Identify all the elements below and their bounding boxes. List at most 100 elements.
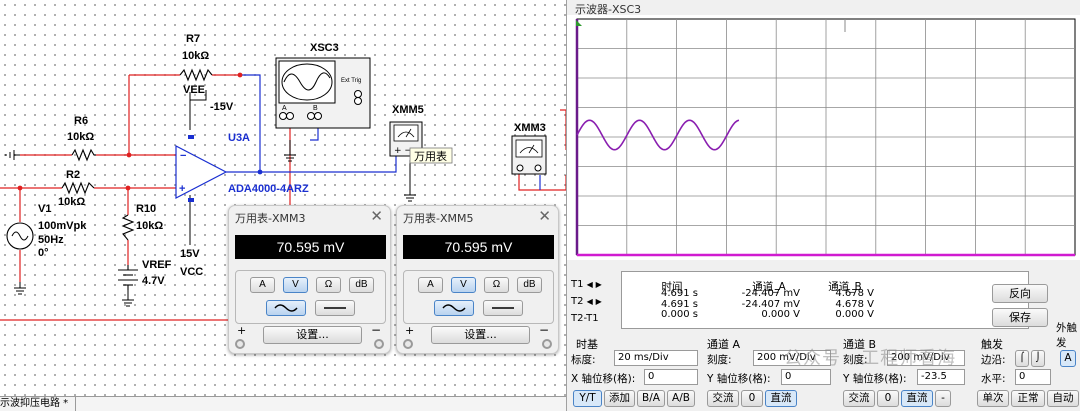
timebase-scale-field[interactable]: 20 ms/Div	[614, 350, 698, 366]
channel-b-zero-button[interactable]: 0	[877, 390, 899, 407]
auto-button[interactable]: 自动	[1047, 390, 1079, 407]
close-icon[interactable]: ✕	[538, 207, 551, 225]
xmm5-name: XMM5	[392, 104, 424, 116]
dc-mode-button[interactable]	[483, 300, 523, 316]
xmm3-name: XMM3	[514, 122, 546, 134]
yt-button[interactable]: Y/T	[573, 390, 602, 407]
trigger-edge-label: 边沿:	[981, 354, 1006, 366]
r2-name: R2	[66, 169, 80, 181]
minus-terminal[interactable]	[542, 339, 552, 349]
channel-b-scale-field[interactable]: 200 mV/Div	[887, 350, 965, 366]
multimeter-xmm3-icon[interactable]	[511, 135, 547, 175]
db-button[interactable]: dB	[517, 277, 542, 293]
r2-value: 10kΩ	[58, 196, 85, 208]
opamp-icon[interactable]: − +	[175, 135, 228, 202]
trigger-level-field[interactable]: 0	[1015, 369, 1051, 385]
minus-terminal-label: −	[370, 323, 381, 337]
channel-b-scale-label: 刻度:	[843, 354, 868, 366]
xsc-name: XSC3	[310, 42, 339, 54]
meter-reading: 70.595 mV	[235, 235, 386, 259]
document-tab-bar: 示波抑压电路 *	[0, 396, 566, 411]
v1-name: V1	[38, 203, 51, 215]
channel-a-dc-button[interactable]: 直流	[765, 390, 797, 407]
ac-wave-icon	[442, 304, 466, 312]
svg-text:+: +	[179, 183, 185, 195]
oscilloscope-symbol-icon[interactable]	[275, 57, 371, 129]
amps-button[interactable]: A	[250, 277, 275, 293]
cursor-readout-table: 时间 通道_A 通道_B 4.691 s 4.691 s 0.000 s -24.4…	[621, 271, 1029, 329]
channel-b-ypos-field[interactable]: -23.5	[917, 369, 965, 385]
dc-line-icon	[324, 307, 346, 309]
ac-mode-button[interactable]	[266, 300, 306, 316]
normal-button[interactable]: 正常	[1011, 390, 1045, 407]
oscilloscope-window[interactable]: 示波器-XSC3 T1 ◀ ▶ T2 ◀ ▶ T2-T1 时间 通道_A 通道_B …	[566, 0, 1080, 411]
vcc-label: VCC	[180, 266, 203, 278]
channel-a-title: 通道 A	[707, 338, 741, 351]
battery-icon[interactable]	[118, 265, 138, 290]
channel-a-ypos-field[interactable]: 0	[781, 369, 831, 385]
falling-edge-icon[interactable]: ⌡	[1031, 350, 1045, 367]
x-position-field[interactable]: 0	[644, 369, 698, 385]
channel-b-ac-button[interactable]: 交流	[843, 390, 875, 407]
r6-name: R6	[74, 115, 88, 127]
t2-right-arrow-icon[interactable]: ▶	[596, 297, 605, 306]
t2-label: T2	[571, 296, 584, 307]
multimeter-xmm5-window[interactable]: 万用表-XMM5 ✕ 70.595 mV A V Ω dB + 设置... −	[396, 205, 559, 354]
trigger-source-a-button[interactable]: A	[1060, 350, 1076, 367]
plus-terminal-label: +	[237, 324, 247, 337]
channel-b-minus-button[interactable]: -	[935, 390, 951, 407]
t1-left-arrow-icon[interactable]: ◀	[587, 280, 596, 289]
volts-button[interactable]: V	[451, 277, 476, 293]
single-button[interactable]: 单次	[977, 390, 1009, 407]
r10-name: R10	[136, 203, 156, 215]
r7-value: 10kΩ	[182, 50, 209, 62]
channel-b-column: 4.678 V 4.678 V 0.000 V	[835, 288, 874, 320]
r6-value: 10kΩ	[67, 131, 94, 143]
channel-b-dc-button[interactable]: 直流	[901, 390, 933, 407]
settings-button[interactable]: 设置...	[431, 326, 530, 344]
reverse-button[interactable]: 反向	[992, 284, 1048, 303]
multimeter-xmm3-window[interactable]: 万用表-XMM3 ✕ 70.595 mV A V Ω dB + 设置... −	[228, 205, 391, 354]
amps-button[interactable]: A	[418, 277, 443, 293]
ac-source-icon[interactable]	[6, 222, 34, 250]
ab-button[interactable]: A/B	[667, 390, 695, 407]
save-button[interactable]: 保存	[992, 308, 1048, 327]
svg-text:−: −	[180, 150, 186, 162]
v1-amplitude: 100mVpk	[38, 220, 87, 232]
mode-button-group: A V Ω dB	[403, 270, 554, 324]
vee-value: -15V	[210, 101, 234, 113]
dc-mode-button[interactable]	[315, 300, 355, 316]
ohms-button[interactable]: Ω	[316, 277, 341, 293]
t1-right-arrow-icon[interactable]: ▶	[596, 280, 605, 289]
tooltip-text: 万用表	[414, 149, 447, 163]
add-button[interactable]: 添加	[604, 390, 635, 407]
t1-label: T1	[571, 279, 584, 290]
plus-terminal[interactable]	[235, 339, 245, 349]
ba-button[interactable]: B/A	[637, 390, 665, 407]
t2-left-arrow-icon[interactable]: ◀	[587, 297, 596, 306]
channel-a-zero-button[interactable]: 0	[741, 390, 763, 407]
xsc-a: A	[282, 105, 287, 112]
ohms-button[interactable]: Ω	[484, 277, 509, 293]
minus-terminal-label: −	[538, 323, 549, 337]
settings-button[interactable]: 设置...	[263, 326, 362, 344]
r10-value: 10kΩ	[136, 220, 163, 232]
vref-value: 4.7V	[142, 275, 165, 287]
minus-terminal[interactable]	[374, 339, 384, 349]
ac-mode-button[interactable]	[434, 300, 474, 316]
vcc-value: 15V	[180, 248, 200, 260]
x-position-label: X 轴位移(格):	[571, 373, 636, 385]
blue-wires	[226, 74, 541, 190]
close-icon[interactable]: ✕	[370, 207, 383, 225]
t2-t1-label: T2-T1	[571, 313, 599, 324]
document-tab[interactable]: 示波抑压电路 *	[0, 397, 76, 411]
volts-button[interactable]: V	[283, 277, 308, 293]
channel-a-scale-field[interactable]: 200 mV/Div	[753, 350, 831, 366]
plus-terminal[interactable]	[403, 339, 413, 349]
meter-reading: 70.595 mV	[403, 235, 554, 259]
channel-a-scale-label: 刻度:	[707, 354, 732, 366]
channel-a-ac-button[interactable]: 交流	[707, 390, 739, 407]
rising-edge-icon[interactable]: ⌠	[1015, 350, 1029, 367]
db-button[interactable]: dB	[349, 277, 374, 293]
scope-screen[interactable]	[567, 15, 1080, 260]
